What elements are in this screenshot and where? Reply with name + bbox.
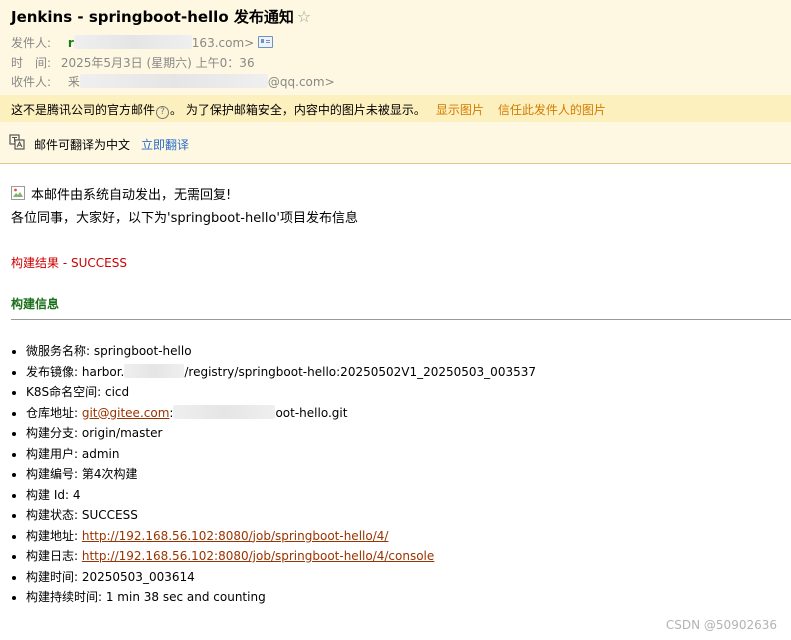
- repo-link[interactable]: git@gitee.com: [82, 406, 170, 420]
- time-value: 2025年5月3日 (星期六) 上午0：36: [60, 56, 255, 70]
- recipient-label: 收件人:: [11, 75, 52, 89]
- redacted-sender: [73, 35, 192, 49]
- build-details-list: 微服务名称: springboot-hello 发布镜像: harbor./re…: [11, 341, 536, 608]
- star-icon[interactable]: ☆: [297, 7, 311, 26]
- recipient-row: 收件人: 釆 @qq.com>: [11, 73, 335, 90]
- translate-icon: [9, 134, 25, 150]
- build-result-heading: 构建结果 - SUCCESS: [11, 256, 127, 270]
- time-label: 时 间:: [11, 56, 52, 70]
- time-row: 时 间: 2025年5月3日 (星期六) 上午0：36: [11, 54, 255, 71]
- list-item-build-duration: 构建持续时间: 1 min 38 sec and counting: [11, 587, 536, 608]
- build-url-link[interactable]: http://192.168.56.102:8080/job/springboo…: [82, 529, 389, 543]
- list-item-branch: 构建分支: origin/master: [11, 423, 536, 444]
- list-item-build-url: 构建地址: http://192.168.56.102:8080/job/spr…: [11, 526, 536, 547]
- watermark: CSDN @50902636: [665, 618, 777, 632]
- warning-text-1: 这不是腾讯公司的官方邮件: [11, 103, 156, 117]
- list-item-build-id: 构建 Id: 4: [11, 485, 536, 506]
- translate-now-link[interactable]: 立即翻译: [141, 136, 189, 153]
- warning-text-2: 。 为了保护邮箱安全，内容中的图片未被显示。: [170, 103, 426, 117]
- list-item-build-status: 构建状态: SUCCESS: [11, 505, 536, 526]
- list-item-build-time: 构建时间: 20250503_003614: [11, 567, 536, 588]
- translate-bar: 邮件可翻译为中文 立即翻译: [0, 122, 791, 164]
- help-icon[interactable]: ?: [156, 106, 170, 119]
- redacted-registry-host: [124, 363, 185, 378]
- list-item-repo: 仓库地址: git@gitee.com: oot-hello.git: [11, 403, 536, 424]
- broken-image-icon: [11, 186, 25, 200]
- list-item-image: 发布镜像: harbor./registry/springboot-hello:…: [11, 362, 536, 383]
- list-item-service-name: 微服务名称: springboot-hello: [11, 341, 536, 362]
- auto-notice-text: 本邮件由系统自动发出，无需回复!: [31, 188, 232, 203]
- build-log-link[interactable]: http://192.168.56.102:8080/job/springboo…: [82, 549, 434, 563]
- divider: [11, 319, 791, 320]
- list-item-namespace: K8S命名空间: cicd: [11, 382, 536, 403]
- security-warning-bar: 这不是腾讯公司的官方邮件?。 为了保护邮箱安全，内容中的图片未被显示。 显示图片信…: [0, 95, 791, 122]
- sender-label: 发件人:: [11, 36, 52, 50]
- redacted-recipient: [79, 74, 268, 88]
- sender-address-suffix[interactable]: 163.com>: [192, 36, 254, 50]
- list-item-user: 构建用户: admin: [11, 444, 536, 465]
- sender-row: 发件人: r 163.com>: [11, 34, 274, 51]
- list-item-build-number: 构建编号: 第4次构建: [11, 464, 536, 485]
- recipient-name-prefix[interactable]: 釆: [68, 75, 80, 89]
- sender-name-prefix[interactable]: r: [68, 36, 74, 50]
- mail-header: Jenkins - springboot-hello 发布通知 ☆ 发件人: r 1…: [0, 0, 791, 95]
- translate-label: 邮件可翻译为中文: [34, 138, 131, 152]
- recipient-address-suffix[interactable]: @qq.com>: [268, 75, 335, 89]
- trust-sender-link[interactable]: 信任此发件人的图片: [498, 103, 606, 117]
- contact-card-icon[interactable]: [258, 36, 274, 48]
- mail-subject: Jenkins - springboot-hello 发布通知 ☆: [11, 7, 312, 26]
- build-info-heading: 构建信息: [11, 297, 60, 311]
- show-images-link[interactable]: 显示图片: [436, 103, 484, 117]
- list-item-build-log: 构建日志: http://192.168.56.102:8080/job/spr…: [11, 546, 536, 567]
- redacted-repo-path: [173, 404, 276, 419]
- greeting-text: 各位同事，大家好，以下为'springboot-hello'项目发布信息: [11, 211, 358, 226]
